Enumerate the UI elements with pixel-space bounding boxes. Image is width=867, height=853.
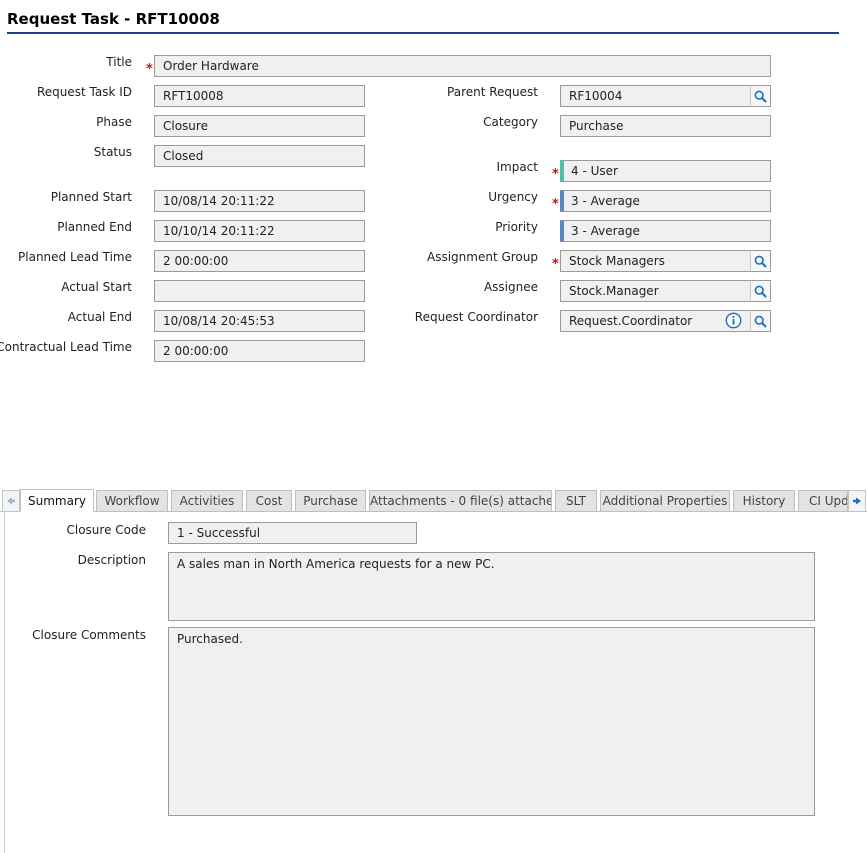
closure-code-field[interactable]: 1 - Successful xyxy=(168,522,417,544)
priority-field[interactable]: 3 - Average xyxy=(560,220,771,242)
tab-ci-updates[interactable]: CI Updat xyxy=(798,490,848,512)
request-coordinator-lookup-button[interactable] xyxy=(750,310,771,332)
tab-purchase[interactable]: Purchase xyxy=(295,490,366,512)
assignee-lookup-button[interactable] xyxy=(750,280,771,302)
planned-end-field[interactable]: 10/10/14 20:11:22 xyxy=(154,220,365,242)
search-icon xyxy=(754,315,767,328)
actual-start-field[interactable] xyxy=(154,280,365,302)
parent-request-label: Parent Request xyxy=(447,85,538,99)
tab-slt[interactable]: SLT xyxy=(555,490,597,512)
priority-label: Priority xyxy=(495,220,538,234)
closure-comments-label: Closure Comments xyxy=(32,628,146,642)
category-label: Category xyxy=(483,115,538,129)
category-field[interactable]: Purchase xyxy=(560,115,771,137)
phase-label: Phase xyxy=(96,115,132,129)
tab-workflow[interactable]: Workflow xyxy=(96,490,168,512)
tab-cost[interactable]: Cost xyxy=(246,490,292,512)
tab-attachments[interactable]: Attachments - 0 file(s) attached xyxy=(369,490,552,512)
planned-start-field[interactable]: 10/08/14 20:11:22 xyxy=(154,190,365,212)
parent-request-lookup-button[interactable] xyxy=(750,85,771,107)
tab-history[interactable]: History xyxy=(733,490,795,512)
request-coordinator-field[interactable]: Request.Coordinator xyxy=(560,310,751,332)
tab-summary[interactable]: Summary xyxy=(20,489,94,512)
impact-required-marker: * xyxy=(552,167,559,182)
assignee-field[interactable]: Stock.Manager xyxy=(560,280,751,302)
impact-label: Impact xyxy=(496,160,538,174)
assignment-group-required-marker: * xyxy=(552,257,559,272)
description-label: Description xyxy=(77,553,146,567)
contractual-lead-time-label: Contractual Lead Time xyxy=(0,340,132,354)
request-task-id-field[interactable]: RFT10008 xyxy=(154,85,365,107)
assignee-label: Assignee xyxy=(483,280,538,294)
description-textarea[interactable]: A sales man in North America requests fo… xyxy=(168,552,815,621)
info-icon[interactable] xyxy=(725,312,742,329)
urgency-field[interactable]: 3 - Average xyxy=(560,190,771,212)
status-label: Status xyxy=(93,145,132,159)
actual-start-label: Actual Start xyxy=(61,280,132,294)
page-title: Request Task - RFT10008 xyxy=(7,10,220,28)
parent-request-field[interactable]: RF10004 xyxy=(560,85,751,107)
assignment-group-field[interactable]: Stock Managers xyxy=(560,250,751,272)
search-icon xyxy=(754,285,767,298)
arrow-left-icon xyxy=(7,497,15,505)
phase-field[interactable]: Closure xyxy=(154,115,365,137)
title-required-marker: * xyxy=(146,62,153,77)
assignment-group-lookup-button[interactable] xyxy=(750,250,771,272)
planned-end-label: Planned End xyxy=(57,220,132,234)
request-task-id-label: Request Task ID xyxy=(36,85,132,99)
request-coordinator-label: Request Coordinator xyxy=(414,310,538,324)
tab-additional-properties[interactable]: Additional Properties xyxy=(600,490,730,512)
actual-end-label: Actual End xyxy=(67,310,132,324)
tab-panel-border xyxy=(4,512,5,853)
urgency-label: Urgency xyxy=(488,190,538,204)
search-icon xyxy=(754,90,767,103)
title-divider xyxy=(7,32,839,34)
tab-activities[interactable]: Activities xyxy=(171,490,243,512)
urgency-required-marker: * xyxy=(552,197,559,212)
planned-lead-time-label: Planned Lead Time xyxy=(18,250,132,264)
assignment-group-label: Assignment Group xyxy=(427,250,538,264)
actual-end-field[interactable]: 10/08/14 20:45:53 xyxy=(154,310,365,332)
title-field[interactable]: Order Hardware xyxy=(154,55,771,77)
title-label: Title xyxy=(106,55,132,69)
arrow-right-icon xyxy=(853,497,861,505)
closure-code-label: Closure Code xyxy=(66,523,147,537)
contractual-lead-time-field[interactable]: 2 00:00:00 xyxy=(154,340,365,362)
closure-comments-textarea[interactable]: Purchased. xyxy=(168,627,815,816)
impact-field[interactable]: 4 - User xyxy=(560,160,771,182)
tab-scroll-left-button[interactable] xyxy=(2,490,20,512)
planned-lead-time-field[interactable]: 2 00:00:00 xyxy=(154,250,365,272)
planned-start-label: Planned Start xyxy=(50,190,132,204)
search-icon xyxy=(754,255,767,268)
tab-scroll-right-button[interactable] xyxy=(848,490,866,512)
tab-strip: Summary Workflow Activities Cost Purchas… xyxy=(0,489,867,512)
status-field[interactable]: Closed xyxy=(154,145,365,167)
